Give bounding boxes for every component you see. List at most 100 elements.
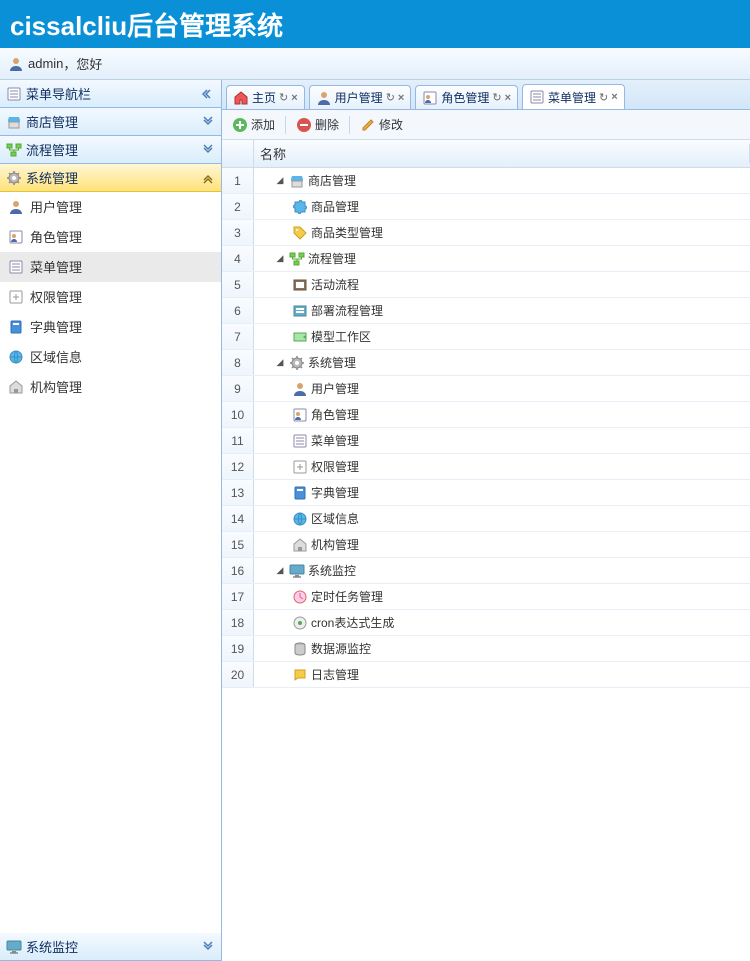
sidebar-item-globe[interactable]: 区域信息 [0,342,221,372]
tab-menu[interactable]: 菜单管理 ↻× [522,84,625,109]
sidebar-item-user[interactable]: 用户管理 [0,192,221,222]
cell-name: cron表达式生成 [254,614,750,631]
sidebar-item-menu[interactable]: 菜单管理 [0,252,221,282]
sidebar-item-dict[interactable]: 字典管理 [0,312,221,342]
table-row[interactable]: 8◢系统管理 [222,350,750,376]
add-icon [232,117,248,133]
cell-name: ◢系统管理 [254,354,750,371]
table-row[interactable]: 5 活动流程 [222,272,750,298]
user-icon [8,56,24,72]
sidebar-item-perm[interactable]: 权限管理 [0,282,221,312]
nav-header[interactable]: 菜单导航栏 [0,80,221,108]
chevron-down-icon [201,143,215,157]
table-row[interactable]: 16◢系统监控 [222,558,750,584]
username: admin [28,56,63,71]
table-row[interactable]: 4◢流程管理 [222,246,750,272]
expander-icon[interactable]: ◢ [274,253,286,265]
row-label: 流程管理 [308,250,356,267]
delete-button[interactable]: 删除 [292,114,343,135]
close-icon[interactable]: × [291,92,297,104]
name-column-header[interactable]: 名称 [254,144,750,163]
row-label: 角色管理 [311,406,359,423]
db-icon [292,641,308,657]
row-label: 机构管理 [311,536,359,553]
sidebar-item-role[interactable]: 角色管理 [0,222,221,252]
row-number: 20 [222,662,254,687]
dict-icon [8,319,24,335]
panel-flow[interactable]: 流程管理 [0,136,221,164]
table-row[interactable]: 17定时任务管理 [222,584,750,610]
chevron-down-icon [201,940,215,954]
table-row[interactable]: 6 部署流程管理 [222,298,750,324]
add-button[interactable]: 添加 [228,114,279,135]
table-row[interactable]: 9用户管理 [222,376,750,402]
dict-icon [292,485,308,501]
chevron-down-icon [201,115,215,129]
user-icon [316,90,332,106]
table-row[interactable]: 19数据源监控 [222,636,750,662]
table-row[interactable]: 3商品类型管理 [222,220,750,246]
table-row[interactable]: 2商品管理 [222,194,750,220]
row-number: 15 [222,532,254,557]
expander-icon[interactable]: ◢ [274,357,286,369]
row-label: 定时任务管理 [311,588,383,605]
table-row[interactable]: 7模型工作区 [222,324,750,350]
refresh-icon[interactable]: ↻ [279,91,288,104]
separator [349,116,350,134]
monitor-icon [6,939,22,955]
panel-store[interactable]: 商店管理 [0,108,221,136]
row-number: 11 [222,428,254,453]
close-icon[interactable]: × [398,92,404,104]
table-row[interactable]: 12权限管理 [222,454,750,480]
expander-icon[interactable]: ◢ [274,565,286,577]
table-row[interactable]: 10 角色管理 [222,402,750,428]
user-icon [292,381,308,397]
row-label: 活动流程 [311,276,359,293]
tag-icon [292,225,308,241]
menu-icon [6,86,22,102]
refresh-icon[interactable]: ↻ [492,91,501,104]
cell-name: 定时任务管理 [254,588,750,605]
panel-system[interactable]: 系统管理 [0,164,221,192]
tab-user[interactable]: 用户管理 ↻× [309,85,412,109]
nav-header-label: 菜单导航栏 [26,84,201,103]
header: cissalcliu后台管理系统 [0,0,750,48]
org-icon [8,379,24,395]
close-icon[interactable]: × [611,91,617,103]
close-icon[interactable]: × [505,92,511,104]
row-number: 10 [222,402,254,427]
tab-role[interactable]: 角色管理 ↻× [415,85,518,109]
sidebar-item-org[interactable]: 机构管理 [0,372,221,402]
expander-icon[interactable]: ◢ [274,175,286,187]
row-label: 部署流程管理 [311,302,383,319]
table-row[interactable]: 1◢商店管理 [222,168,750,194]
tab-home[interactable]: 主页 ↻× [226,85,305,109]
edit-button[interactable]: 修改 [356,114,407,135]
grid-body[interactable]: 1◢商店管理2商品管理3商品类型管理4◢流程管理5活动流程6部署流程管理7模型工… [222,168,750,961]
refresh-icon[interactable]: ↻ [386,91,395,104]
panel-monitor[interactable]: 系统监控 [0,933,221,961]
monitor-icon [289,563,305,579]
sidebar-item-label: 角色管理 [30,227,82,246]
rownum-header [222,140,254,167]
tab-label: 菜单管理 [548,89,596,106]
row-number: 18 [222,610,254,635]
table-row[interactable]: 14区域信息 [222,506,750,532]
refresh-icon[interactable]: ↻ [599,91,608,104]
table-row[interactable]: 15 机构管理 [222,532,750,558]
table-row[interactable]: 18cron表达式生成 [222,610,750,636]
store-icon [6,114,22,130]
table-row[interactable]: 11菜单管理 [222,428,750,454]
row-number: 1 [222,168,254,193]
chevron-up-icon [201,171,215,185]
perm-icon [292,459,308,475]
row-number: 5 [222,272,254,297]
table-row[interactable]: 13字典管理 [222,480,750,506]
perm-icon [8,289,24,305]
sidebar-item-label: 区域信息 [30,347,82,366]
row-number: 6 [222,298,254,323]
table-row[interactable]: 20日志管理 [222,662,750,688]
clock-icon [292,589,308,605]
collapse-icon[interactable] [201,87,215,101]
gear-icon [289,355,305,371]
